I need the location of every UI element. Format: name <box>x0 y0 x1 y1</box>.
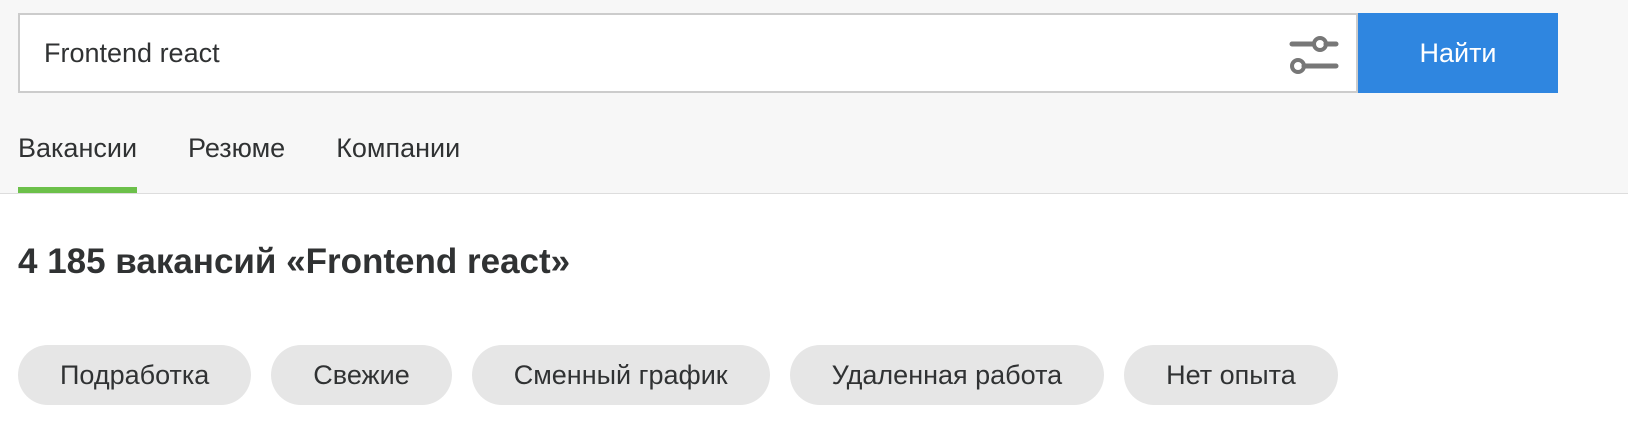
chip-remote-work[interactable]: Удаленная работа <box>789 345 1105 405</box>
search-input[interactable] <box>44 23 1264 83</box>
tab-resumes[interactable]: Резюме <box>188 133 285 193</box>
tab-label: Резюме <box>188 133 286 163</box>
chip-part-time[interactable]: Подработка <box>18 345 252 405</box>
sliders-icon[interactable] <box>1288 32 1340 78</box>
search-box <box>18 13 1358 93</box>
tab-label: Компании <box>336 133 461 163</box>
tab-companies[interactable]: Компании <box>336 133 460 193</box>
quick-filter-chips: Подработка Свежие Сменный график Удаленн… <box>18 345 1358 405</box>
results-title: 4 185 вакансий «Frontend react» <box>18 242 571 281</box>
search-tabs: Вакансии Резюме Компании <box>18 133 511 193</box>
search-bar: Найти <box>18 13 1558 93</box>
tab-vacancies[interactable]: Вакансии <box>18 133 138 193</box>
chip-shift-schedule[interactable]: Сменный график <box>471 345 770 405</box>
chip-fresh[interactable]: Свежие <box>271 345 452 405</box>
tab-label: Вакансии <box>18 133 138 163</box>
search-header: Найти Вакансии Резюме Компании <box>0 0 1628 194</box>
search-button[interactable]: Найти <box>1358 13 1558 93</box>
chip-no-experience[interactable]: Нет опыта <box>1124 345 1338 405</box>
